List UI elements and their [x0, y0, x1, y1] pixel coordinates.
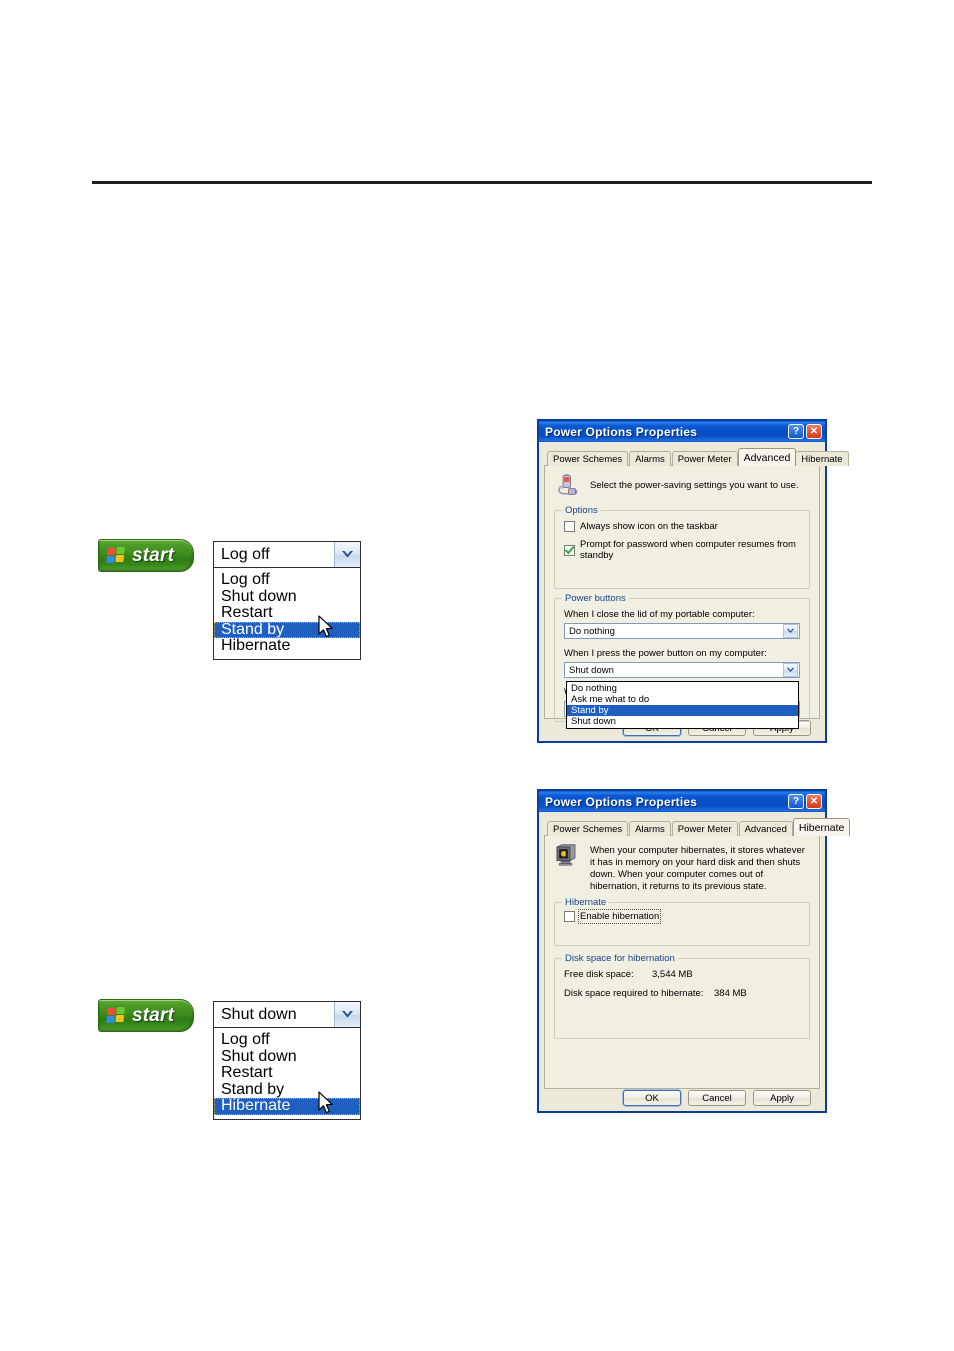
close-icon[interactable]: ✕ — [806, 794, 822, 809]
dialog-titlebar[interactable]: Power Options Properties ? ✕ — [539, 421, 825, 442]
options-group: Options Always show icon on the taskbar … — [554, 505, 810, 589]
checkbox-prompt-password[interactable] — [564, 544, 575, 556]
tab-advanced[interactable]: Advanced — [738, 821, 793, 836]
tab-panel-hibernate: When your computer hibernates, it stores… — [544, 835, 820, 1089]
checkmark-icon — [565, 545, 574, 554]
checkbox-enable-hibernation[interactable] — [564, 911, 575, 922]
tab-hibernate[interactable]: Hibernate — [795, 451, 849, 466]
checkbox-row-always-show-icon[interactable]: Always show icon on the taskbar — [564, 521, 800, 532]
chevron-down-icon[interactable] — [334, 1002, 360, 1027]
shutdown-dropdown-value-hibernate: Shut down — [221, 1005, 297, 1023]
chevron-down-icon[interactable] — [783, 663, 798, 677]
apply-button[interactable]: Apply — [753, 1090, 811, 1106]
list-item-selected[interactable]: Hibernate — [214, 1097, 360, 1115]
list-item[interactable]: Restart — [214, 1064, 360, 1082]
checkbox-row-prompt-password[interactable]: Prompt for password when computer resume… — [564, 539, 800, 561]
combo-power-button[interactable]: Shut down — [564, 662, 800, 678]
tab-alarms[interactable]: Alarms — [629, 451, 671, 466]
required-disk-space-row: Disk space required to hibernate: 384 MB — [564, 988, 800, 999]
windows-flag-icon — [106, 546, 127, 565]
disk-space-group: Disk space for hibernation Free disk spa… — [554, 953, 810, 1039]
checkbox-row-enable-hibernation[interactable]: Enable hibernation — [564, 909, 800, 924]
page-horizontal-rule — [92, 181, 872, 184]
checkbox-always-show-icon[interactable] — [564, 521, 575, 532]
tab-advanced[interactable]: Advanced — [737, 448, 797, 466]
combo-close-lid[interactable]: Do nothing — [564, 623, 800, 639]
label-power-button: When I press the power button on my comp… — [564, 648, 767, 659]
shutdown-dropdown-value-standby: Log off — [221, 545, 270, 563]
list-item[interactable]: Shut down — [214, 588, 360, 606]
shutdown-dropdown-hibernate[interactable]: Shut down Log off Shut down Restart Stan… — [213, 1001, 361, 1120]
advanced-intro-text: Select the power-saving settings you wan… — [590, 480, 799, 491]
list-item-selected[interactable]: Stand by — [214, 621, 360, 638]
list-item[interactable]: Hibernate — [214, 637, 360, 655]
windows-flag-icon — [106, 1006, 127, 1025]
hibernate-intro-text: When your computer hibernates, it stores… — [590, 845, 805, 892]
disk-space-group-title: Disk space for hibernation — [562, 953, 678, 964]
battery-plug-icon — [554, 474, 578, 501]
dialog-title: Power Options Properties — [545, 794, 698, 809]
chevron-down-icon[interactable] — [334, 542, 360, 567]
list-item[interactable]: Log off — [214, 1031, 360, 1049]
checkbox-label-enable-hibernation: Enable hibernation — [577, 909, 662, 924]
tab-hibernate[interactable]: Hibernate — [792, 818, 851, 836]
advanced-intro: Select the power-saving settings you wan… — [554, 474, 810, 501]
checkbox-label-always-show-icon: Always show icon on the taskbar — [580, 521, 718, 532]
dialog-titlebar[interactable]: Power Options Properties ? ✕ — [539, 791, 825, 812]
chevron-down-icon[interactable] — [783, 624, 798, 638]
list-item[interactable]: Shut down — [567, 716, 798, 727]
cancel-button[interactable]: Cancel — [688, 1090, 746, 1106]
list-item-selected[interactable]: Stand by — [567, 705, 798, 716]
list-item[interactable]: Ask me what to do — [567, 694, 798, 705]
tab-alarms[interactable]: Alarms — [629, 821, 671, 836]
start-button-label: start — [132, 1004, 175, 1026]
hibernate-group-title: Hibernate — [562, 897, 610, 908]
list-item[interactable]: Restart — [214, 604, 360, 622]
tab-strip[interactable]: Power Schemes Alarms Power Meter Advance… — [544, 447, 849, 466]
dialog-body: Power Schemes Alarms Power Meter Advance… — [539, 812, 851, 1117]
dialog-title: Power Options Properties — [545, 424, 698, 439]
list-item[interactable]: Do nothing — [567, 683, 798, 694]
ok-button[interactable]: OK — [623, 1090, 681, 1106]
start-button-hibernate[interactable]: start — [98, 999, 194, 1032]
computer-monitor-icon — [554, 844, 578, 871]
list-item[interactable]: Log off — [214, 571, 360, 589]
tab-power-schemes[interactable]: Power Schemes — [547, 451, 629, 466]
help-button[interactable]: ? — [788, 424, 804, 439]
combo-close-lid-value: Do nothing — [569, 625, 615, 637]
help-button[interactable]: ? — [788, 794, 804, 809]
required-disk-space-value: 384 MB — [714, 988, 747, 999]
required-disk-space-label: Disk space required to hibernate: — [564, 988, 704, 999]
close-icon[interactable]: ✕ — [806, 424, 822, 439]
free-disk-space-value: 3,544 MB — [652, 969, 693, 980]
shutdown-dropdown-standby[interactable]: Log off Log off Shut down Restart Stand … — [213, 541, 361, 660]
tab-strip[interactable]: Power Schemes Alarms Power Meter Advance… — [544, 817, 851, 836]
shutdown-dropdown-closed-standby[interactable]: Log off — [213, 541, 361, 568]
start-button-standby[interactable]: start — [98, 539, 194, 572]
hibernate-intro: When your computer hibernates, it stores… — [554, 844, 810, 893]
shutdown-dropdown-closed-hibernate[interactable]: Shut down — [213, 1001, 361, 1028]
list-item[interactable]: Stand by — [214, 1081, 360, 1099]
label-close-lid: When I close the lid of my portable comp… — [564, 609, 755, 620]
free-disk-space-row: Free disk space: 3,544 MB — [564, 969, 800, 980]
power-buttons-group-title: Power buttons — [562, 593, 629, 604]
tab-power-schemes[interactable]: Power Schemes — [547, 821, 629, 836]
start-button-label: start — [132, 544, 175, 566]
shutdown-dropdown-list-standby[interactable]: Log off Shut down Restart Stand by Hiber… — [213, 568, 361, 660]
free-disk-space-label: Free disk space: — [564, 969, 634, 980]
checkbox-label-prompt-password: Prompt for password when computer resume… — [580, 539, 796, 561]
hibernate-group: Hibernate Enable hibernation — [554, 897, 810, 946]
combo-power-button-value: Shut down — [569, 664, 614, 676]
shutdown-dropdown-list-hibernate[interactable]: Log off Shut down Restart Stand by Hiber… — [213, 1028, 361, 1120]
tab-power-meter[interactable]: Power Meter — [671, 821, 738, 836]
list-item[interactable]: Shut down — [214, 1048, 360, 1066]
tab-power-meter[interactable]: Power Meter — [671, 451, 738, 466]
power-options-properties-hibernate-dialog[interactable]: Power Options Properties ? ✕ Power Schem… — [538, 790, 851, 1112]
combo-sleep-button-listbox[interactable]: Do nothing Ask me what to do Stand by Sh… — [566, 681, 799, 729]
options-group-title: Options — [562, 505, 601, 516]
